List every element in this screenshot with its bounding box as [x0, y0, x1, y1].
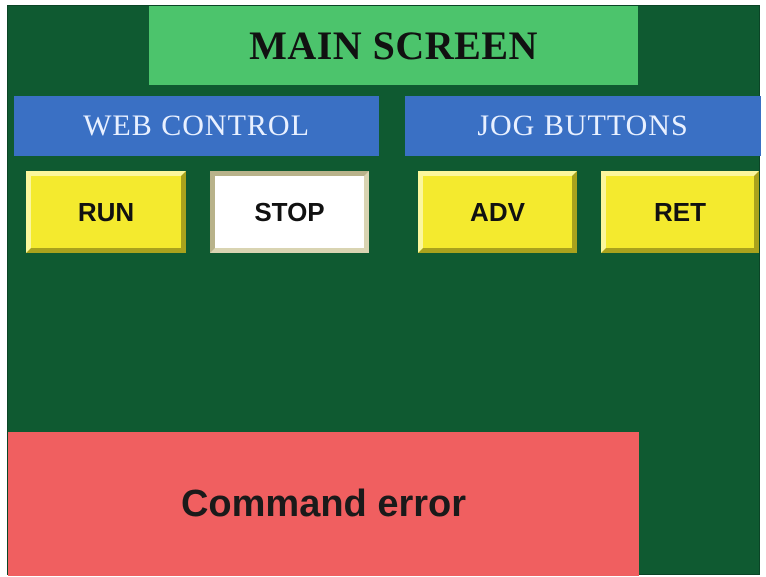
status-panel: Command error — [8, 432, 639, 576]
hmi-main-screen: MAIN SCREEN WEB CONTROL JOG BUTTONS RUN … — [7, 5, 761, 576]
retract-button-label: RET — [654, 196, 706, 227]
jog-buttons-header-label: JOG BUTTONS — [477, 109, 689, 142]
page-title: MAIN SCREEN — [249, 23, 538, 68]
advance-button-label: ADV — [470, 196, 525, 227]
jog-buttons-header: JOG BUTTONS — [405, 96, 761, 156]
web-control-header: WEB CONTROL — [14, 96, 379, 156]
advance-button[interactable]: ADV — [418, 171, 577, 253]
stop-button[interactable]: STOP — [210, 171, 369, 253]
stop-button-label: STOP — [254, 196, 325, 227]
run-button-label: RUN — [77, 196, 135, 227]
status-message: Command error — [180, 482, 467, 525]
web-control-header-label: WEB CONTROL — [83, 109, 310, 142]
run-button[interactable]: RUN — [26, 171, 186, 253]
retract-button[interactable]: RET — [601, 171, 759, 253]
title-bar: MAIN SCREEN — [149, 6, 638, 85]
